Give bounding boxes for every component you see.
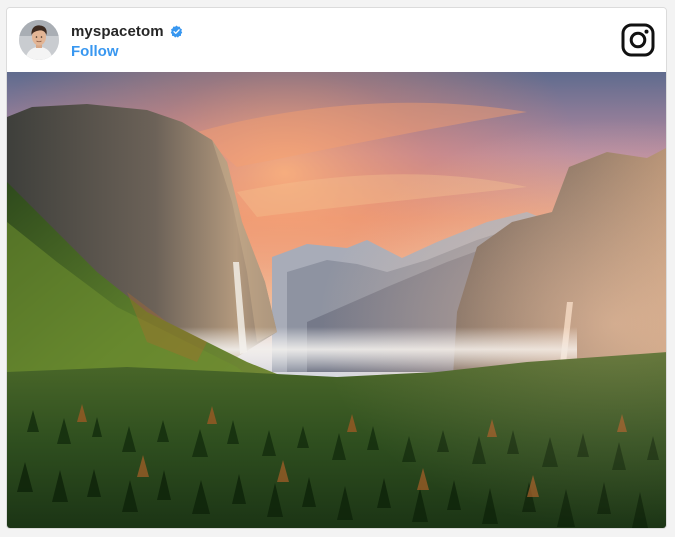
verified-badge-icon [170,25,183,38]
post-author: myspacetom Follow [71,21,183,60]
username-row: myspacetom [71,21,183,41]
instagram-embed-card: myspacetom Follow [6,7,667,529]
username-link[interactable]: myspacetom [71,23,164,40]
instagram-icon[interactable] [621,23,655,57]
avatar[interactable] [19,20,59,60]
post-photo[interactable] [7,72,666,528]
post-header: myspacetom Follow [7,8,666,72]
follow-button[interactable]: Follow [71,43,183,60]
